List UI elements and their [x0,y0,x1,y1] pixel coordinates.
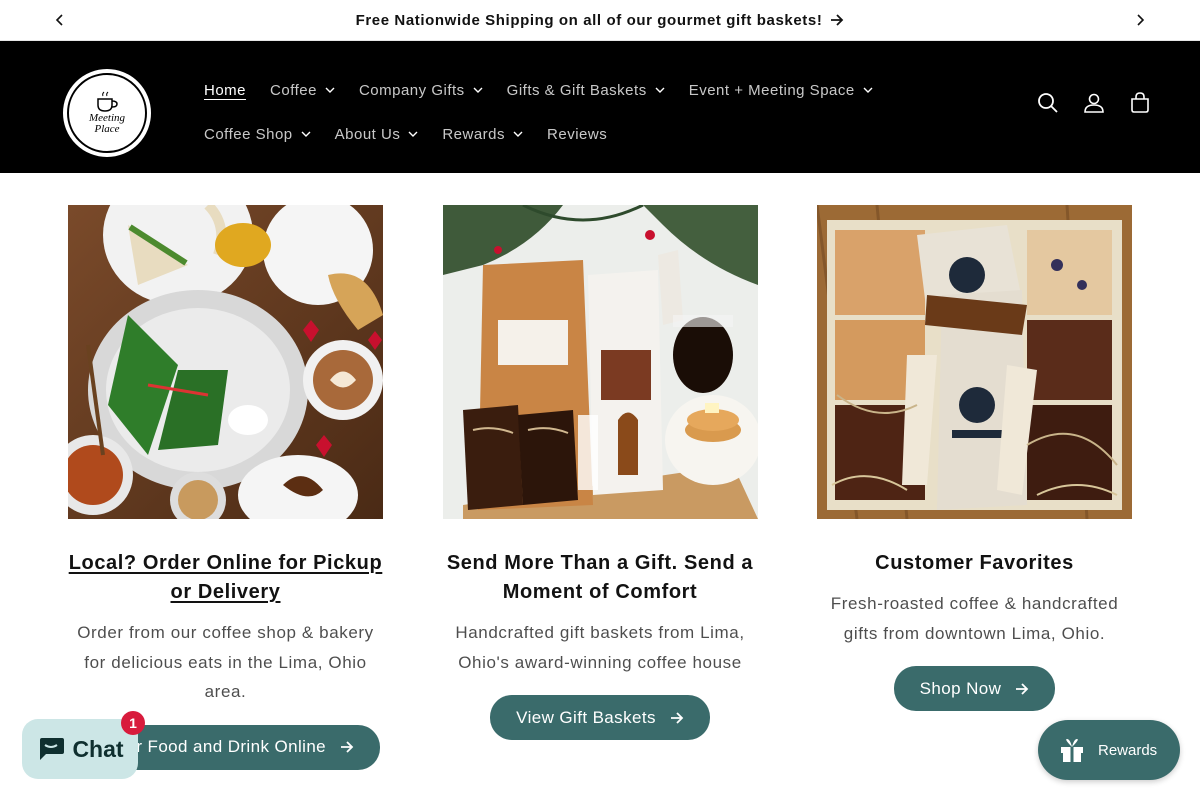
nav-gifts-baskets[interactable]: Gifts & Gift Baskets [495,71,677,109]
arrow-right-icon [1016,682,1029,695]
nav-home[interactable]: Home [192,71,258,109]
chevron-down-icon [655,87,665,93]
logo-emblem: Meeting Place [67,73,147,153]
card-title: Customer Favorites [875,552,1074,574]
chevron-down-icon [513,131,523,137]
card-description: Fresh-roasted coffee & handcrafted gifts… [830,594,1119,643]
bakery-box-image[interactable] [817,205,1132,519]
nav-coffee[interactable]: Coffee [258,71,347,109]
logo-text-2: Place [94,123,120,135]
cart-icon[interactable] [1128,91,1152,115]
chevron-down-icon [325,87,335,93]
account-icon[interactable] [1082,91,1106,115]
announcement-bar: Free Nationwide Shipping on all of our g… [0,0,1200,41]
nav-rewards[interactable]: Rewards [430,115,535,153]
chevron-down-icon [863,87,873,93]
logo[interactable]: Meeting Place [63,69,151,157]
arrow-right-icon [670,711,684,724]
arrow-right-icon [831,14,844,26]
card-description: Order from our coffee shop & bakery for … [77,623,374,701]
view-gift-baskets-button[interactable]: View Gift Baskets [490,695,710,740]
main-nav-row-2: Coffee Shop About Us Rewards Reviews [192,115,619,153]
rewards-launcher-button[interactable]: Rewards [1038,720,1180,780]
site-header: Meeting Place Home Coffee Company Gifts … [0,41,1200,173]
nav-company-gifts[interactable]: Company Gifts [347,71,495,109]
shop-now-button[interactable]: Shop Now [893,666,1056,711]
card-gift-baskets: Send More Than a Gift. Send a Moment of … [442,205,758,770]
arrow-right-icon [341,741,354,753]
search-icon[interactable] [1036,91,1060,115]
button-label: Shop Now [919,678,1002,698]
feature-cards: Local? Order Online for Pickup or Delive… [68,205,1132,770]
food-spread-image[interactable] [68,205,383,519]
chevron-down-icon [473,87,483,93]
rewards-label: Rewards [1098,741,1158,759]
card-title[interactable]: Local? Order Online for Pickup or Delive… [68,549,383,607]
chat-bubble-icon [40,738,65,760]
button-label: View Gift Baskets [516,707,656,727]
chat-label: Chat [72,735,124,762]
gift-basket-image[interactable] [442,205,758,519]
card-customer-favorites: Customer Favorites Fresh-roasted coffee … [817,205,1132,770]
nav-reviews[interactable]: Reviews [535,115,619,153]
main-nav-row-1: Home Coffee Company Gifts Gifts & Gift B… [192,71,885,109]
nav-about-us[interactable]: About Us [323,115,431,153]
chevron-down-icon [408,131,418,137]
announcement-link[interactable]: Free Nationwide Shipping on all of our g… [356,12,845,29]
nav-coffee-shop[interactable]: Coffee Shop [192,115,323,153]
chevron-down-icon [301,131,311,137]
chat-widget-button[interactable]: Chat [22,719,138,779]
chat-notification-badge: 1 [121,711,145,735]
header-actions [1036,91,1152,115]
nav-event-meeting-space[interactable]: Event + Meeting Space [677,71,885,109]
chevron-left-icon[interactable] [48,8,72,32]
chevron-right-icon[interactable] [1128,8,1152,32]
card-description: Handcrafted gift baskets from Lima, Ohio… [455,623,745,672]
card-order-online: Local? Order Online for Pickup or Delive… [68,205,383,770]
announcement-text: Free Nationwide Shipping on all of our g… [355,11,823,29]
card-title: Send More Than a Gift. Send a Moment of … [446,552,754,603]
gift-icon [1061,739,1083,762]
coffee-cup-icon [97,91,118,112]
